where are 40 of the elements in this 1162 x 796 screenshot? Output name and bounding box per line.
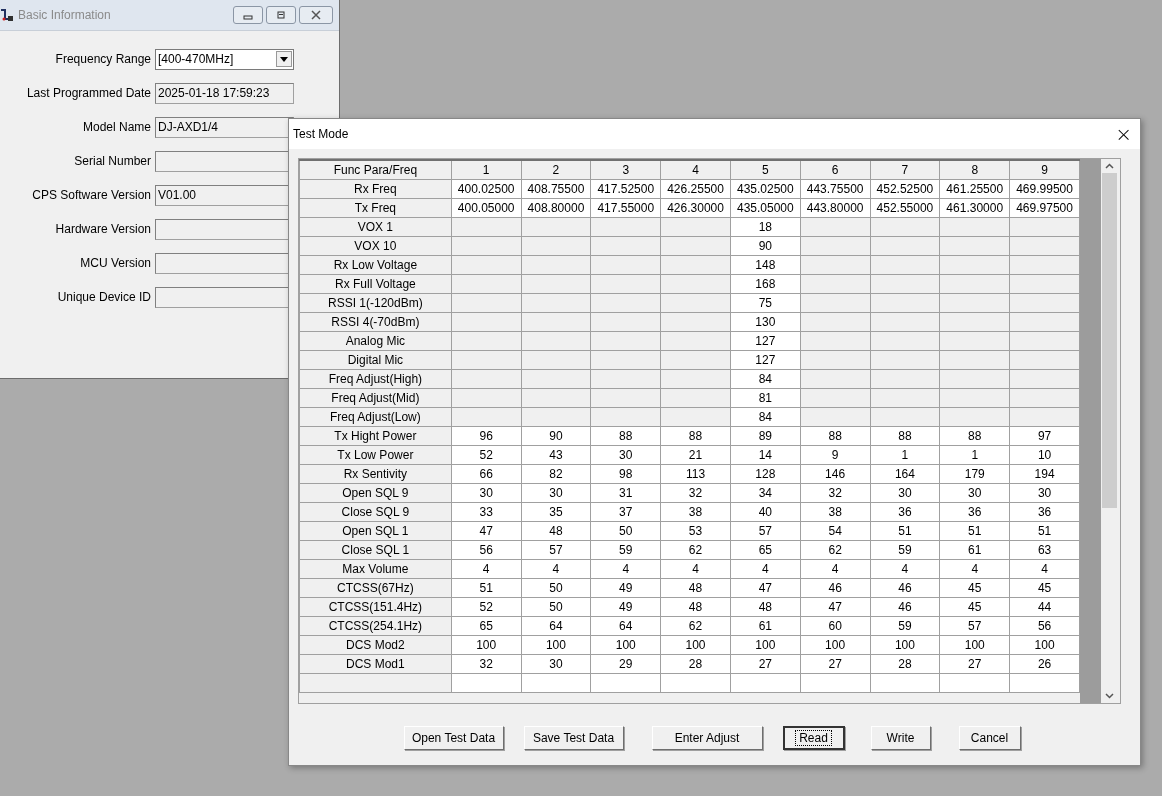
- field-label: Frequency Range: [54, 52, 152, 66]
- scroll-up-icon: [1105, 163, 1114, 169]
- readonly-field[interactable]: 2025-01-18 17:59:23: [155, 82, 294, 104]
- frequency-range-dropdown[interactable]: [400-470MHz]: [155, 48, 294, 70]
- column-header: 9: [1009, 160, 1080, 179]
- dialog-button[interactable]: Open Test Data: [403, 726, 504, 750]
- window-title: Basic Information: [18, 8, 112, 22]
- field-label: Unique Device ID: [56, 290, 152, 304]
- column-header: 7: [870, 160, 940, 179]
- field-label: Last Programmed Date: [25, 86, 152, 100]
- column-header: Func Para/Freq: [299, 160, 452, 179]
- column-header: 1: [451, 160, 522, 179]
- scroll-down-icon: [1105, 693, 1114, 699]
- scroll-thumb[interactable]: [1102, 173, 1117, 509]
- close-button[interactable]: [299, 6, 333, 24]
- maximize-icon: [276, 10, 286, 20]
- field-label: MCU Version: [79, 256, 152, 270]
- dropdown-arrow-icon: [280, 56, 288, 62]
- column-header: 2: [521, 160, 591, 179]
- field-label: Serial Number: [73, 154, 152, 168]
- readonly-field[interactable]: DJ-AXD1/4: [155, 116, 294, 138]
- column-header: 8: [939, 160, 1010, 179]
- app-icon: [0, 8, 14, 22]
- maximize-button[interactable]: [266, 6, 296, 24]
- field-label: Hardware Version: [54, 222, 152, 236]
- column-header: 3: [590, 160, 661, 179]
- dialog-title: Test Mode: [293, 127, 349, 141]
- dialog-button[interactable]: Cancel: [958, 726, 1021, 750]
- close-button[interactable]: ×: [1107, 124, 1140, 144]
- dialog-button[interactable]: Read: [782, 726, 845, 750]
- column-header: 5: [730, 160, 801, 179]
- dialog-button[interactable]: Enter Adjust: [651, 726, 763, 750]
- field-label: CPS Software Version: [31, 188, 152, 202]
- close-icon: [311, 10, 321, 20]
- dialog-button[interactable]: Save Test Data: [523, 726, 624, 750]
- dialog-button[interactable]: Write: [870, 726, 931, 750]
- column-header: 4: [660, 160, 731, 179]
- minimize-button[interactable]: [233, 6, 263, 24]
- field-label: Model Name: [81, 120, 152, 134]
- column-header: 6: [800, 160, 871, 179]
